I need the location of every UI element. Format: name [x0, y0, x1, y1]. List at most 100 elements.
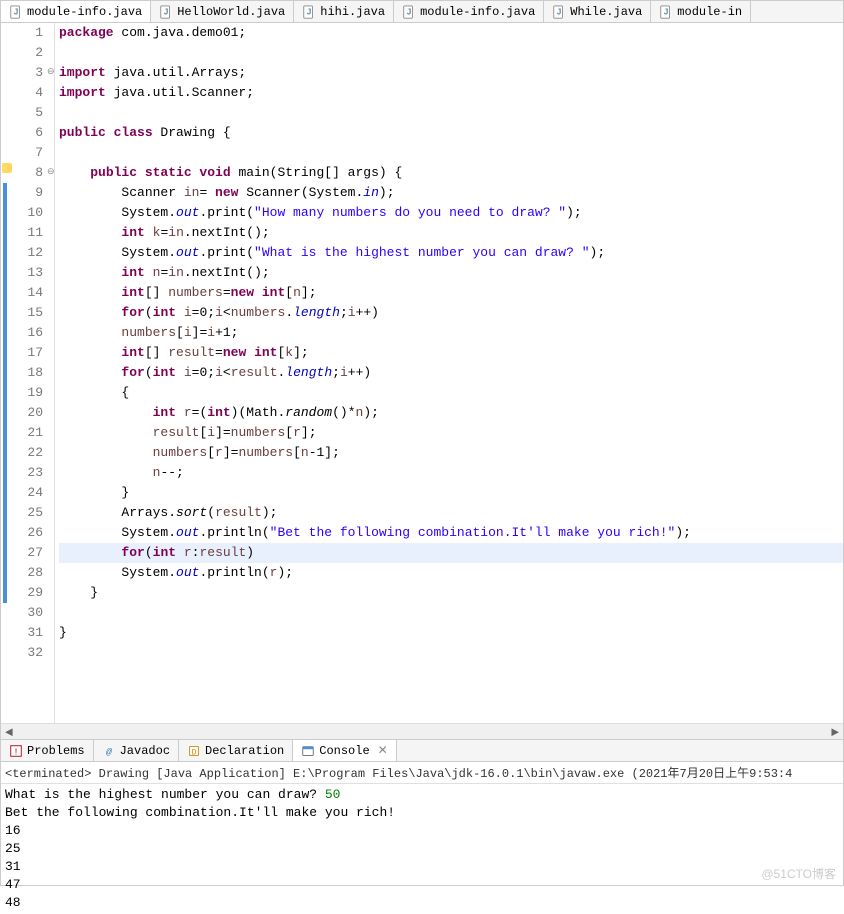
editor-tab-2[interactable]: Jhihi.java	[294, 1, 394, 22]
code-line[interactable]: numbers[i]=i+1;	[59, 323, 843, 343]
code-line[interactable]: int[] numbers=new int[n];	[59, 283, 843, 303]
view-tab-label: Javadoc	[120, 744, 170, 758]
change-marker-icon	[3, 183, 7, 203]
line-number: 1	[13, 23, 43, 43]
scroll-left-arrow[interactable]: ◄	[1, 724, 17, 740]
code-line[interactable]	[59, 643, 843, 663]
view-tab-javadoc[interactable]: @ Javadoc	[94, 740, 179, 761]
editor-tab-1[interactable]: JHelloWorld.java	[151, 1, 294, 22]
change-marker-icon	[3, 223, 7, 243]
code-line[interactable]: {	[59, 383, 843, 403]
line-number: 25	[13, 503, 43, 523]
line-number: 13	[13, 263, 43, 283]
tab-label: module-info.java	[27, 5, 142, 19]
warning-marker-icon	[2, 163, 12, 173]
line-number: 14	[13, 283, 43, 303]
line-number: 30	[13, 603, 43, 623]
code-line[interactable]: public static void main(String[] args) {	[59, 163, 843, 183]
code-line[interactable]: System.out.println(r);	[59, 563, 843, 583]
console-line: Bet the following combination.It'll make…	[5, 804, 839, 822]
code-line[interactable]: import java.util.Scanner;	[59, 83, 843, 103]
code-line[interactable]: result[i]=numbers[r];	[59, 423, 843, 443]
code-line[interactable]: int n=in.nextInt();	[59, 263, 843, 283]
line-number: 12	[13, 243, 43, 263]
code-line[interactable]: int r=(int)(Math.random()*n);	[59, 403, 843, 423]
svg-text:D: D	[192, 748, 197, 757]
code-line[interactable]: System.out.print("What is the highest nu…	[59, 243, 843, 263]
change-marker-icon	[3, 323, 7, 343]
svg-text:J: J	[14, 7, 18, 16]
console-output[interactable]: What is the highest number you can draw?…	[1, 784, 843, 914]
line-number: 7	[13, 143, 43, 163]
change-marker-icon	[3, 583, 7, 603]
horizontal-scrollbar[interactable]: ◄ ►	[1, 723, 843, 739]
change-marker-icon	[3, 523, 7, 543]
line-number: 31	[13, 623, 43, 643]
svg-text:@: @	[106, 746, 112, 757]
change-marker-icon	[3, 543, 7, 563]
code-line[interactable]: numbers[r]=numbers[n-1];	[59, 443, 843, 463]
line-number: 4	[13, 83, 43, 103]
code-line[interactable]	[59, 103, 843, 123]
view-tab-console[interactable]: Console ✕	[293, 740, 396, 761]
line-number: 9	[13, 183, 43, 203]
code-line[interactable]: }	[59, 483, 843, 503]
code-line[interactable]: package com.java.demo01;	[59, 23, 843, 43]
change-marker-icon	[3, 383, 7, 403]
view-tab-declaration[interactable]: DDeclaration	[179, 740, 293, 761]
code-line[interactable]: for(int i=0;i<numbers.length;i++)	[59, 303, 843, 323]
java-file-icon: J	[552, 5, 566, 19]
change-marker-icon	[3, 403, 7, 423]
java-file-icon: J	[402, 5, 416, 19]
console-icon	[301, 744, 315, 758]
line-number-gutter: 1234567891011121314151617181920212223242…	[13, 23, 47, 723]
code-line[interactable]	[59, 603, 843, 623]
line-number: 21	[13, 423, 43, 443]
java-file-icon: J	[302, 5, 316, 19]
fold-toggle-icon[interactable]: ⊖	[47, 167, 55, 177]
code-line[interactable]: }	[59, 583, 843, 603]
console-header: <terminated> Drawing [Java Application] …	[1, 762, 843, 784]
code-line[interactable]: for(int r:result)	[59, 543, 843, 563]
code-line[interactable]: Arrays.sort(result);	[59, 503, 843, 523]
fold-column: ⊖⊖	[47, 23, 55, 723]
change-marker-icon	[3, 563, 7, 583]
line-number: 3	[13, 63, 43, 83]
change-marker-icon	[3, 343, 7, 363]
change-marker-icon	[3, 243, 7, 263]
code-line[interactable]: for(int i=0;i<result.length;i++)	[59, 363, 843, 383]
code-editor[interactable]: 1234567891011121314151617181920212223242…	[1, 23, 843, 723]
code-line[interactable]: public class Drawing {	[59, 123, 843, 143]
marker-column	[1, 23, 13, 723]
editor-tab-3[interactable]: Jmodule-info.java	[394, 1, 544, 22]
editor-tab-4[interactable]: JWhile.java	[544, 1, 651, 22]
code-line[interactable]: System.out.print("How many numbers do yo…	[59, 203, 843, 223]
line-number: 29	[13, 583, 43, 603]
code-line[interactable]	[59, 43, 843, 63]
editor-tab-5[interactable]: Jmodule-in	[651, 1, 751, 22]
code-line[interactable]: }	[59, 623, 843, 643]
code-line[interactable]: int[] result=new int[k];	[59, 343, 843, 363]
scroll-right-arrow[interactable]: ►	[827, 724, 843, 740]
change-marker-icon	[3, 203, 7, 223]
line-number: 5	[13, 103, 43, 123]
code-line[interactable]: Scanner in= new Scanner(System.in);	[59, 183, 843, 203]
tab-label: hihi.java	[320, 5, 385, 19]
code-line[interactable]: int k=in.nextInt();	[59, 223, 843, 243]
code-line[interactable]	[59, 143, 843, 163]
line-number: 24	[13, 483, 43, 503]
editor-tab-0[interactable]: Jmodule-info.java	[1, 1, 151, 22]
close-icon[interactable]: ✕	[378, 743, 388, 758]
code-line[interactable]: n--;	[59, 463, 843, 483]
view-tab-label: Console	[319, 744, 369, 758]
change-marker-icon	[3, 503, 7, 523]
line-number: 28	[13, 563, 43, 583]
code-line[interactable]: import java.util.Arrays;	[59, 63, 843, 83]
console-line: 16	[5, 822, 839, 840]
svg-text:J: J	[307, 7, 311, 16]
code-line[interactable]: System.out.println("Bet the following co…	[59, 523, 843, 543]
fold-toggle-icon[interactable]: ⊖	[47, 67, 55, 77]
code-area[interactable]: package com.java.demo01; import java.util…	[55, 23, 843, 723]
view-tab-problems[interactable]: !Problems	[1, 740, 94, 761]
view-tab-label: Problems	[27, 744, 85, 758]
